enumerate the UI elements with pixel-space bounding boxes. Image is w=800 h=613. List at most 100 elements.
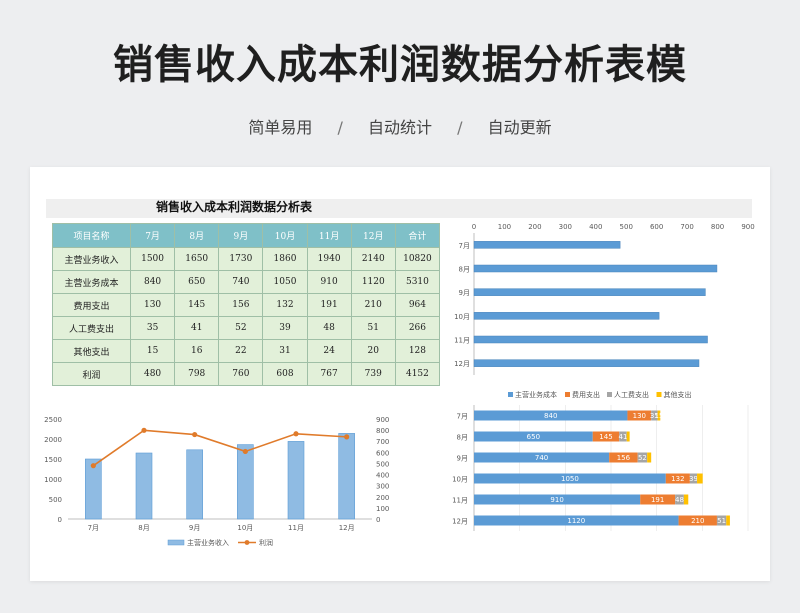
value-cell: 1860 xyxy=(262,247,308,271)
y-tick-label: 10月 xyxy=(454,313,470,321)
x-tick-label: 7月 xyxy=(88,524,99,532)
value-cell: 1050 xyxy=(262,270,308,294)
value-cell: 1730 xyxy=(218,247,264,271)
value-cell: 31 xyxy=(262,339,308,363)
value-cell: 4152 xyxy=(394,362,441,386)
table-row: 人工费支出 35 41 52 39 48 51 266 xyxy=(52,316,441,340)
value-cell: 191 xyxy=(306,293,352,317)
data-label: 15 xyxy=(654,412,663,420)
data-label: 1120 xyxy=(567,517,585,525)
legend-label: 人工费支出 xyxy=(614,390,649,399)
y-tick-label: 11月 xyxy=(454,337,470,345)
legend-label: 主营业务收入 xyxy=(187,538,229,547)
table-row: 费用支出 130 145 156 132 191 210 964 xyxy=(52,293,441,317)
value-cell: 210 xyxy=(350,293,396,317)
x-tick-label: 8月 xyxy=(138,524,149,532)
legend-label: 费用支出 xyxy=(572,390,600,399)
data-label: 740 xyxy=(535,454,548,462)
y-tick-label: 12月 xyxy=(452,518,468,526)
data-label: 910 xyxy=(550,496,563,504)
value-cell: 35 xyxy=(129,316,176,340)
data-label: 650 xyxy=(527,433,540,441)
value-cell: 24 xyxy=(306,339,352,363)
x-tick-label: 100 xyxy=(498,223,511,231)
bar xyxy=(473,335,708,344)
legend-label: 利润 xyxy=(259,538,273,547)
y2-tick-label: 800 xyxy=(376,427,389,435)
y-tick-label: 7月 xyxy=(457,413,468,421)
x-tick-label: 12月 xyxy=(339,524,355,532)
feature-tagline: 简单易用 / 自动统计 / 自动更新 xyxy=(0,114,800,138)
data-label: 191 xyxy=(651,496,664,504)
y-tick-label: 0 xyxy=(58,516,62,524)
x-tick-label: 10月 xyxy=(237,524,253,532)
column-bar xyxy=(186,449,203,520)
tagline-separator: / xyxy=(337,118,343,137)
value-cell: 156 xyxy=(218,293,264,317)
column-bar xyxy=(287,441,305,520)
column-bar xyxy=(135,452,153,520)
x-tick-label: 900 xyxy=(741,223,754,231)
x-tick-label: 700 xyxy=(680,223,693,231)
legend-marker xyxy=(244,540,250,545)
value-cell: 145 xyxy=(174,293,220,317)
value-cell: 910 xyxy=(306,270,352,294)
y2-tick-label: 700 xyxy=(376,438,389,446)
table-row: 其他支出 15 16 22 31 24 20 128 xyxy=(52,339,441,363)
table-header-cell: 10月 xyxy=(262,223,308,248)
column-bar xyxy=(237,444,254,520)
value-cell: 650 xyxy=(174,270,220,294)
profit-point xyxy=(141,427,147,433)
profit-bar-chart: 0 100 200 300 400 500 600 700 800 900 7月 8月 9月 10月 11月… xyxy=(446,219,756,381)
table-header-cell: 11月 xyxy=(306,223,352,248)
value-cell: 1650 xyxy=(174,247,220,271)
row-label-cell: 主营业务收入 xyxy=(52,247,131,271)
income-profit-combo-chart: 0 500 1000 1500 2000 2500 0 100 200 300 400 500 600 7… xyxy=(38,411,402,551)
y-tick-label: 10月 xyxy=(452,476,468,484)
legend-swatch xyxy=(167,539,185,546)
value-cell: 41 xyxy=(174,316,220,340)
data-label: 210 xyxy=(691,517,704,525)
y-tick-label: 9月 xyxy=(459,289,470,297)
value-cell: 480 xyxy=(129,362,176,386)
tagline-item-easy: 简单易用 xyxy=(248,118,313,137)
y-tick-label: 1500 xyxy=(44,456,62,464)
x-tick-label: 200 xyxy=(528,223,541,231)
data-label: 52 xyxy=(638,454,647,462)
value-cell: 130 xyxy=(129,293,176,317)
value-cell: 266 xyxy=(394,316,441,340)
value-cell: 20 xyxy=(350,339,396,363)
value-cell: 132 xyxy=(262,293,308,317)
value-cell: 964 xyxy=(394,293,441,317)
cost-stacked-bar-chart: 主营业务成本 费用支出 人工费支出 其他支出7月 840 130 35158月 650 145 4… xyxy=(446,385,756,535)
y-tick-label: 2500 xyxy=(44,416,62,424)
y2-tick-label: 500 xyxy=(376,460,389,468)
y-tick-label: 11月 xyxy=(452,497,468,505)
table-row: 主营业务收入 1500 1650 1730 1860 1940 2140 10820 xyxy=(52,247,441,271)
value-cell: 51 xyxy=(350,316,396,340)
value-cell: 10820 xyxy=(394,247,441,271)
tagline-item-stats: 自动统计 xyxy=(367,118,432,137)
row-label-cell: 其他支出 xyxy=(52,339,131,363)
row-label-cell: 费用支出 xyxy=(52,293,131,317)
profit-point xyxy=(242,448,248,455)
y-tick-label: 12月 xyxy=(454,360,470,368)
data-label: 1050 xyxy=(561,475,579,483)
value-cell: 798 xyxy=(174,362,220,386)
x-tick-label: 0 xyxy=(472,223,476,231)
data-label: 41 xyxy=(619,433,628,441)
y-tick-label: 500 xyxy=(49,496,62,504)
bar xyxy=(473,288,706,296)
legend-swatch xyxy=(565,392,570,397)
y-tick-label: 1000 xyxy=(44,476,62,484)
profit-point xyxy=(90,463,96,469)
value-cell: 840 xyxy=(129,270,176,294)
value-cell: 2140 xyxy=(350,247,396,271)
x-tick-label: 300 xyxy=(559,223,572,231)
data-label: 51 xyxy=(717,517,726,525)
value-cell: 1940 xyxy=(306,247,352,271)
x-tick-label: 400 xyxy=(589,223,602,231)
table-row: 利润 480 798 760 608 767 739 4152 xyxy=(52,362,441,386)
bar-segment xyxy=(726,515,730,526)
profit-point xyxy=(192,431,198,438)
